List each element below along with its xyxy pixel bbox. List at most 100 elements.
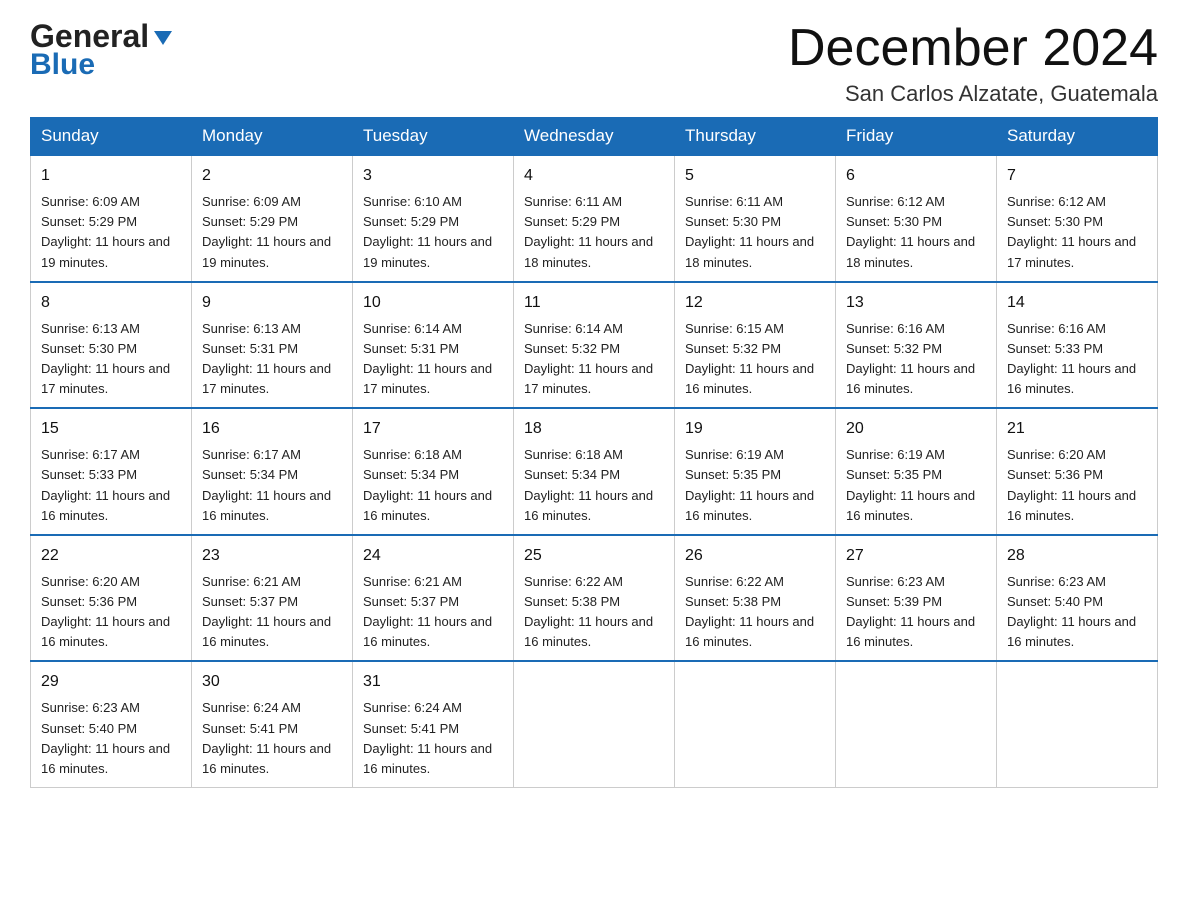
main-title: December 2024 xyxy=(788,20,1158,77)
calendar-day-cell: 24 Sunrise: 6:21 AMSunset: 5:37 PMDayligh… xyxy=(353,535,514,662)
day-info: Sunrise: 6:14 AMSunset: 5:32 PMDaylight:… xyxy=(524,319,664,400)
calendar-day-header: Tuesday xyxy=(353,118,514,156)
day-info: Sunrise: 6:10 AMSunset: 5:29 PMDaylight:… xyxy=(363,192,503,273)
calendar-week-row: 29 Sunrise: 6:23 AMSunset: 5:40 PMDayligh… xyxy=(31,661,1158,787)
calendar-day-cell: 28 Sunrise: 6:23 AMSunset: 5:40 PMDayligh… xyxy=(997,535,1158,662)
calendar-day-header: Wednesday xyxy=(514,118,675,156)
day-number: 11 xyxy=(524,291,664,315)
day-number: 12 xyxy=(685,291,825,315)
calendar-day-cell: 23 Sunrise: 6:21 AMSunset: 5:37 PMDayligh… xyxy=(192,535,353,662)
day-info: Sunrise: 6:11 AMSunset: 5:29 PMDaylight:… xyxy=(524,192,664,273)
calendar-week-row: 15 Sunrise: 6:17 AMSunset: 5:33 PMDayligh… xyxy=(31,408,1158,535)
calendar-day-cell: 30 Sunrise: 6:24 AMSunset: 5:41 PMDayligh… xyxy=(192,661,353,787)
calendar-day-cell: 31 Sunrise: 6:24 AMSunset: 5:41 PMDayligh… xyxy=(353,661,514,787)
day-info: Sunrise: 6:24 AMSunset: 5:41 PMDaylight:… xyxy=(363,698,503,779)
subtitle: San Carlos Alzatate, Guatemala xyxy=(788,81,1158,107)
page-header: General Blue December 2024 San Carlos Al… xyxy=(30,20,1158,107)
day-info: Sunrise: 6:11 AMSunset: 5:30 PMDaylight:… xyxy=(685,192,825,273)
day-number: 22 xyxy=(41,544,181,568)
day-number: 1 xyxy=(41,164,181,188)
day-info: Sunrise: 6:16 AMSunset: 5:32 PMDaylight:… xyxy=(846,319,986,400)
day-info: Sunrise: 6:12 AMSunset: 5:30 PMDaylight:… xyxy=(1007,192,1147,273)
day-number: 9 xyxy=(202,291,342,315)
day-info: Sunrise: 6:16 AMSunset: 5:33 PMDaylight:… xyxy=(1007,319,1147,400)
calendar-day-cell: 13Sunrise: 6:16 AMSunset: 5:32 PMDayligh… xyxy=(836,282,997,409)
day-number: 28 xyxy=(1007,544,1147,568)
day-info: Sunrise: 6:09 AMSunset: 5:29 PMDaylight:… xyxy=(41,192,181,273)
day-number: 6 xyxy=(846,164,986,188)
logo: General Blue xyxy=(30,20,174,82)
day-number: 30 xyxy=(202,670,342,694)
calendar-day-cell: 26 Sunrise: 6:22 AMSunset: 5:38 PMDayligh… xyxy=(675,535,836,662)
day-info: Sunrise: 6:14 AMSunset: 5:31 PMDaylight:… xyxy=(363,319,503,400)
calendar-day-cell: 22 Sunrise: 6:20 AMSunset: 5:36 PMDayligh… xyxy=(31,535,192,662)
day-number: 27 xyxy=(846,544,986,568)
calendar-day-cell: 7 Sunrise: 6:12 AMSunset: 5:30 PMDaylight… xyxy=(997,155,1158,282)
day-number: 3 xyxy=(363,164,503,188)
day-number: 4 xyxy=(524,164,664,188)
calendar-day-cell: 14 Sunrise: 6:16 AMSunset: 5:33 PMDayligh… xyxy=(997,282,1158,409)
day-number: 10 xyxy=(363,291,503,315)
calendar-day-header: Thursday xyxy=(675,118,836,156)
day-info: Sunrise: 6:22 AMSunset: 5:38 PMDaylight:… xyxy=(524,572,664,653)
calendar-day-cell: 8Sunrise: 6:13 AMSunset: 5:30 PMDaylight… xyxy=(31,282,192,409)
calendar-day-cell: 16Sunrise: 6:17 AMSunset: 5:34 PMDayligh… xyxy=(192,408,353,535)
calendar-day-cell: 5 Sunrise: 6:11 AMSunset: 5:30 PMDaylight… xyxy=(675,155,836,282)
calendar-day-cell xyxy=(997,661,1158,787)
day-info: Sunrise: 6:18 AMSunset: 5:34 PMDaylight:… xyxy=(524,445,664,526)
day-number: 14 xyxy=(1007,291,1147,315)
calendar-header-row: SundayMondayTuesdayWednesdayThursdayFrid… xyxy=(31,118,1158,156)
day-info: Sunrise: 6:17 AMSunset: 5:34 PMDaylight:… xyxy=(202,445,342,526)
day-number: 25 xyxy=(524,544,664,568)
calendar-day-cell xyxy=(675,661,836,787)
calendar-day-header: Saturday xyxy=(997,118,1158,156)
calendar-day-cell: 18Sunrise: 6:18 AMSunset: 5:34 PMDayligh… xyxy=(514,408,675,535)
day-info: Sunrise: 6:17 AMSunset: 5:33 PMDaylight:… xyxy=(41,445,181,526)
day-info: Sunrise: 6:13 AMSunset: 5:31 PMDaylight:… xyxy=(202,319,342,400)
calendar-day-cell: 1 Sunrise: 6:09 AMSunset: 5:29 PMDaylight… xyxy=(31,155,192,282)
calendar-day-cell: 29 Sunrise: 6:23 AMSunset: 5:40 PMDayligh… xyxy=(31,661,192,787)
day-info: Sunrise: 6:15 AMSunset: 5:32 PMDaylight:… xyxy=(685,319,825,400)
calendar-week-row: 22 Sunrise: 6:20 AMSunset: 5:36 PMDayligh… xyxy=(31,535,1158,662)
calendar-day-cell: 12 Sunrise: 6:15 AMSunset: 5:32 PMDayligh… xyxy=(675,282,836,409)
calendar-day-header: Friday xyxy=(836,118,997,156)
calendar-week-row: 8Sunrise: 6:13 AMSunset: 5:30 PMDaylight… xyxy=(31,282,1158,409)
day-info: Sunrise: 6:19 AMSunset: 5:35 PMDaylight:… xyxy=(846,445,986,526)
day-info: Sunrise: 6:23 AMSunset: 5:40 PMDaylight:… xyxy=(1007,572,1147,653)
calendar-day-cell: 2 Sunrise: 6:09 AMSunset: 5:29 PMDaylight… xyxy=(192,155,353,282)
calendar-day-cell: 6Sunrise: 6:12 AMSunset: 5:30 PMDaylight… xyxy=(836,155,997,282)
day-number: 2 xyxy=(202,164,342,188)
calendar-day-cell: 11 Sunrise: 6:14 AMSunset: 5:32 PMDayligh… xyxy=(514,282,675,409)
logo-blue-text: Blue xyxy=(30,48,174,82)
calendar-day-cell: 17 Sunrise: 6:18 AMSunset: 5:34 PMDayligh… xyxy=(353,408,514,535)
logo-arrow-icon xyxy=(152,27,174,49)
day-info: Sunrise: 6:23 AMSunset: 5:40 PMDaylight:… xyxy=(41,698,181,779)
calendar-day-cell: 15 Sunrise: 6:17 AMSunset: 5:33 PMDayligh… xyxy=(31,408,192,535)
day-number: 21 xyxy=(1007,417,1147,441)
day-info: Sunrise: 6:19 AMSunset: 5:35 PMDaylight:… xyxy=(685,445,825,526)
day-number: 29 xyxy=(41,670,181,694)
day-info: Sunrise: 6:24 AMSunset: 5:41 PMDaylight:… xyxy=(202,698,342,779)
day-number: 20 xyxy=(846,417,986,441)
day-info: Sunrise: 6:18 AMSunset: 5:34 PMDaylight:… xyxy=(363,445,503,526)
calendar-day-cell: 27Sunrise: 6:23 AMSunset: 5:39 PMDayligh… xyxy=(836,535,997,662)
calendar-day-header: Sunday xyxy=(31,118,192,156)
day-number: 23 xyxy=(202,544,342,568)
day-number: 15 xyxy=(41,417,181,441)
day-number: 19 xyxy=(685,417,825,441)
calendar-day-cell: 4 Sunrise: 6:11 AMSunset: 5:29 PMDaylight… xyxy=(514,155,675,282)
day-number: 24 xyxy=(363,544,503,568)
day-info: Sunrise: 6:22 AMSunset: 5:38 PMDaylight:… xyxy=(685,572,825,653)
day-info: Sunrise: 6:21 AMSunset: 5:37 PMDaylight:… xyxy=(363,572,503,653)
calendar-day-cell xyxy=(514,661,675,787)
day-number: 7 xyxy=(1007,164,1147,188)
day-info: Sunrise: 6:20 AMSunset: 5:36 PMDaylight:… xyxy=(41,572,181,653)
day-info: Sunrise: 6:09 AMSunset: 5:29 PMDaylight:… xyxy=(202,192,342,273)
calendar-day-cell: 9 Sunrise: 6:13 AMSunset: 5:31 PMDaylight… xyxy=(192,282,353,409)
day-number: 26 xyxy=(685,544,825,568)
day-number: 17 xyxy=(363,417,503,441)
day-number: 31 xyxy=(363,670,503,694)
day-info: Sunrise: 6:21 AMSunset: 5:37 PMDaylight:… xyxy=(202,572,342,653)
day-number: 5 xyxy=(685,164,825,188)
calendar-day-cell: 19 Sunrise: 6:19 AMSunset: 5:35 PMDayligh… xyxy=(675,408,836,535)
